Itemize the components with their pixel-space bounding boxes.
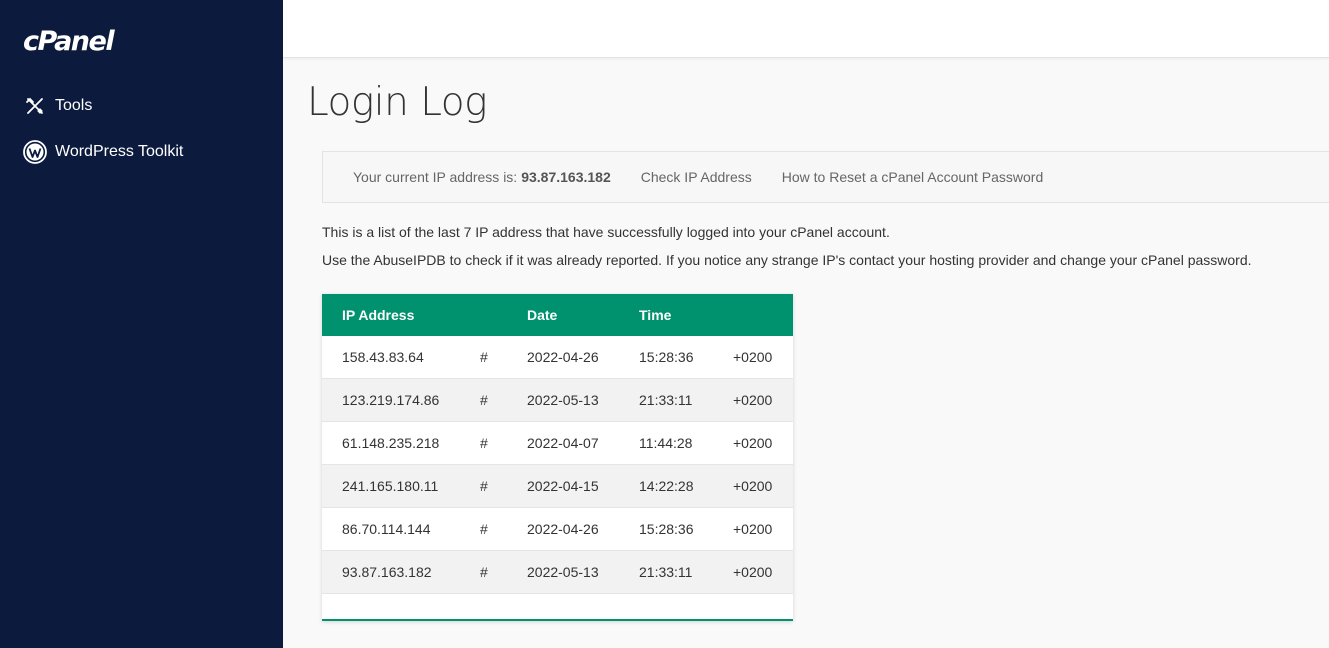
sidebar-item-wordpress-toolkit[interactable]: WordPress Toolkit: [23, 140, 183, 164]
table-row: 61.148.235.218 # 2022-04-07 11:44:28 +02…: [322, 422, 793, 465]
row-ip: 61.148.235.218: [342, 435, 440, 451]
sidebar-item-label: Tools: [55, 97, 93, 114]
header-ip: IP Address: [342, 307, 415, 323]
header-date: Date: [527, 307, 558, 323]
current-ip-label: Your current IP address is:: [353, 169, 518, 185]
cpanel-logo[interactable]: cPanel: [23, 27, 115, 57]
row-time: 14:22:28: [639, 478, 694, 494]
row-time: 21:33:11: [639, 564, 693, 580]
sidebar-item-tools[interactable]: Tools: [23, 94, 92, 118]
table-header: IP Address Date Time: [322, 294, 793, 336]
row-lookup-link[interactable]: #: [480, 435, 488, 451]
row-timezone: +0200: [733, 478, 773, 494]
table-row: 86.70.114.144 # 2022-04-26 15:28:36 +020…: [322, 508, 793, 551]
reset-password-link[interactable]: How to Reset a cPanel Account Password: [782, 169, 1043, 185]
row-timezone: +0200: [733, 564, 773, 580]
row-time: 11:44:28: [639, 435, 693, 451]
row-time: 21:33:11: [639, 392, 693, 408]
row-date: 2022-04-26: [527, 521, 599, 537]
row-lookup-link[interactable]: #: [480, 392, 488, 408]
row-time: 15:28:36: [639, 521, 694, 537]
tools-icon: [23, 94, 47, 118]
row-ip: 158.43.83.64: [342, 349, 424, 365]
row-ip: 93.87.163.182: [342, 564, 432, 580]
table-row: 158.43.83.64 # 2022-04-26 15:28:36 +0200: [322, 336, 793, 379]
table-row: 241.165.180.11 # 2022-04-15 14:22:28 +02…: [322, 465, 793, 508]
row-lookup-link[interactable]: #: [480, 349, 488, 365]
row-timezone: +0200: [733, 349, 773, 365]
row-date: 2022-04-26: [527, 349, 599, 365]
description-line-1: This is a list of the last 7 IP address …: [322, 224, 890, 240]
table-row: 93.87.163.182 # 2022-05-13 21:33:11 +020…: [322, 551, 793, 594]
login-log-table: IP Address Date Time 158.43.83.64 # 2022…: [322, 294, 793, 621]
row-timezone: +0200: [733, 435, 773, 451]
row-lookup-link[interactable]: #: [480, 478, 488, 494]
row-date: 2022-05-13: [527, 564, 599, 580]
row-time: 15:28:36: [639, 349, 694, 365]
row-ip: 241.165.180.11: [342, 478, 439, 494]
row-date: 2022-05-13: [527, 392, 599, 408]
row-date: 2022-04-15: [527, 478, 599, 494]
row-ip: 86.70.114.144: [342, 521, 431, 537]
row-timezone: +0200: [733, 392, 773, 408]
page-title: Login Log: [307, 80, 488, 125]
wordpress-icon: [23, 140, 47, 164]
row-date: 2022-04-07: [527, 435, 599, 451]
row-timezone: +0200: [733, 521, 773, 537]
current-ip-value: 93.87.163.182: [521, 169, 611, 185]
row-lookup-link[interactable]: #: [480, 521, 488, 537]
row-lookup-link[interactable]: #: [480, 564, 488, 580]
table-row-empty: [322, 594, 793, 619]
sidebar: cPanel Tools WordPress Toolkit: [0, 0, 283, 648]
table-row: 123.219.174.86 # 2022-05-13 21:33:11 +02…: [322, 379, 793, 422]
top-bar: [283, 0, 1329, 58]
header-time: Time: [639, 307, 672, 323]
row-ip: 123.219.174.86: [342, 392, 440, 408]
check-ip-link[interactable]: Check IP Address: [641, 169, 752, 185]
description-line-2: Use the AbuseIPDB to check if it was alr…: [322, 252, 1252, 268]
sidebar-item-label: WordPress Toolkit: [55, 143, 184, 160]
ip-info-panel: Your current IP address is: 93.87.163.18…: [322, 151, 1329, 203]
